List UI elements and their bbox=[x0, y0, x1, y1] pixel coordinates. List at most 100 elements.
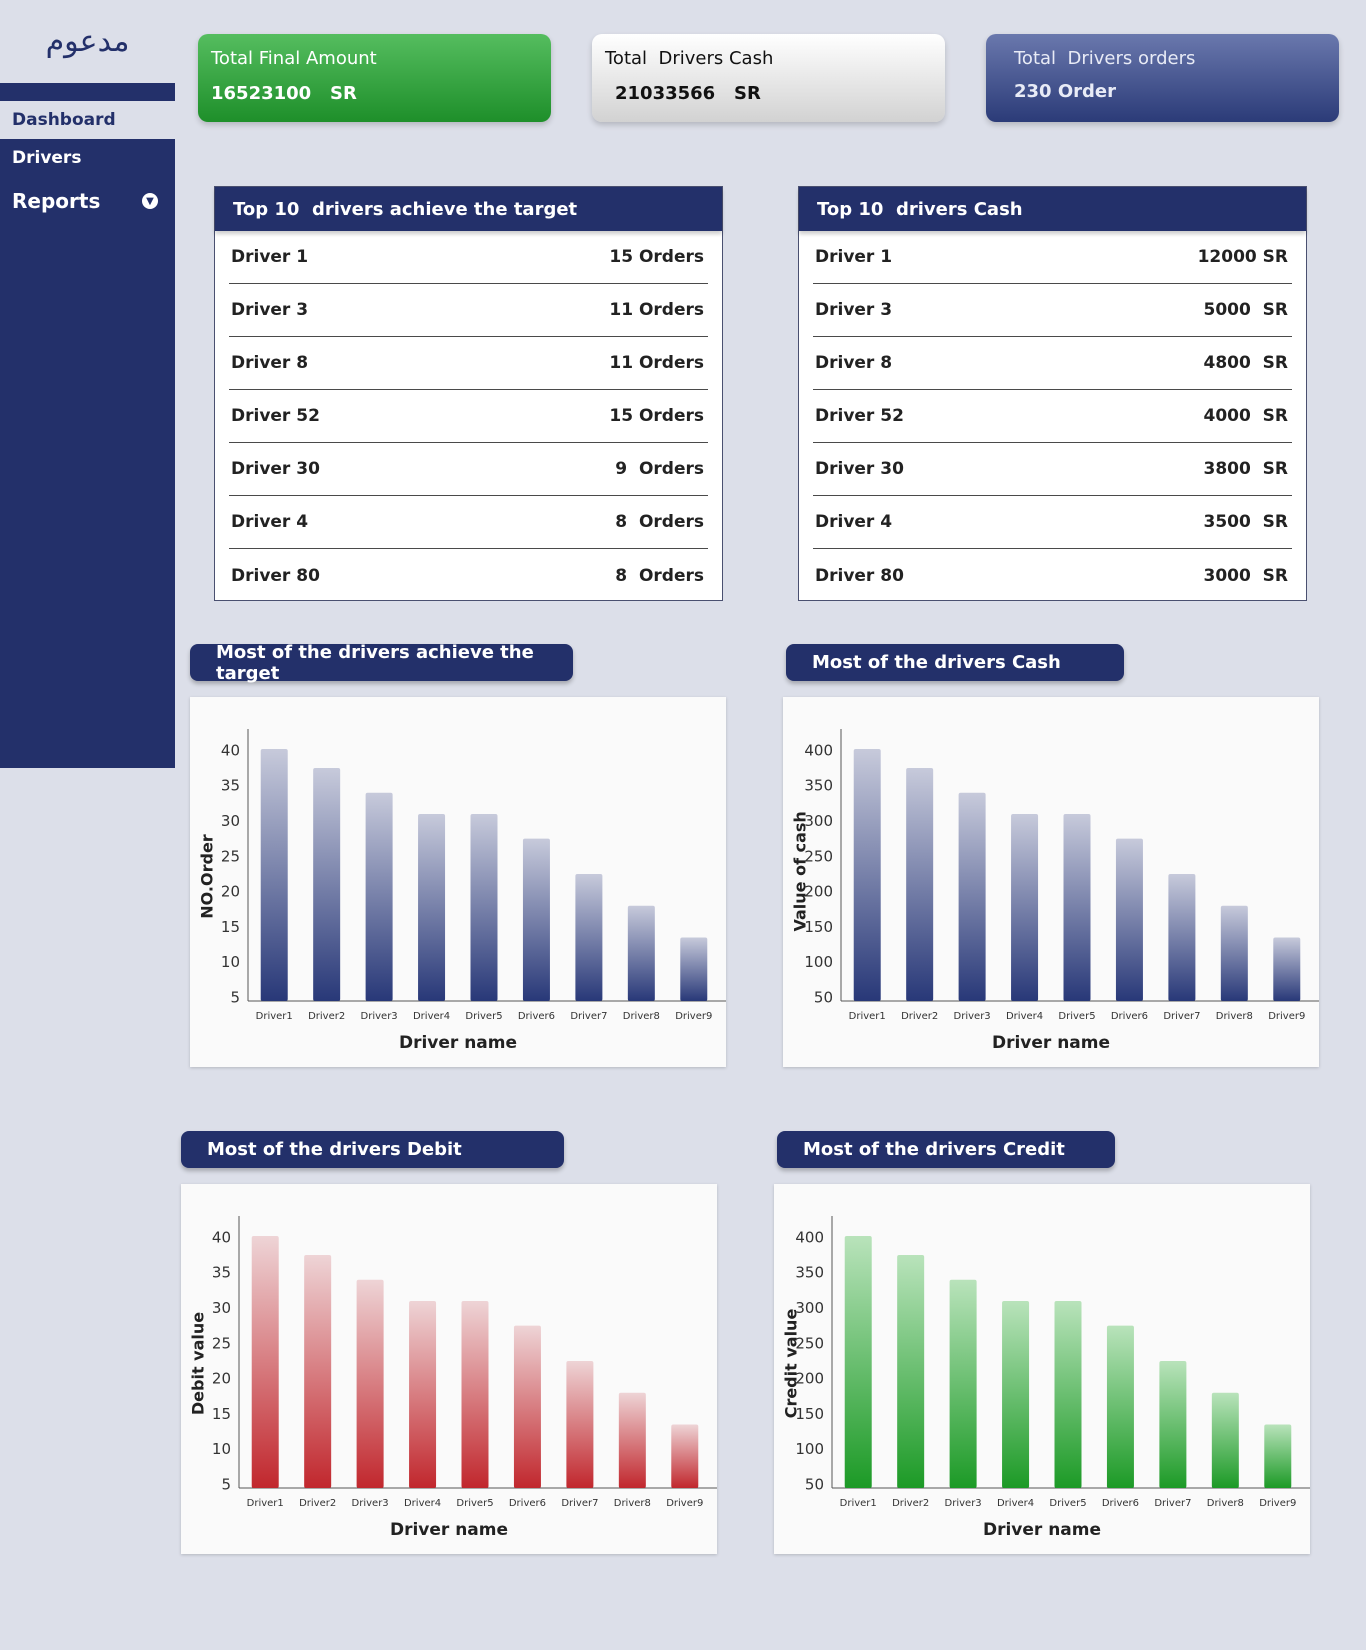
y-tick-label: 10 bbox=[221, 953, 240, 971]
table-rows: Driver 1 12000 SR Driver 3 5000 SR Driver 8 4… bbox=[799, 231, 1306, 602]
sidebar-item-drivers[interactable]: Drivers bbox=[0, 139, 175, 177]
x-tick-label: Driver2 bbox=[299, 1498, 336, 1509]
y-tick-label: 35 bbox=[212, 1264, 231, 1282]
bar bbox=[906, 768, 934, 1001]
y-tick-label: 50 bbox=[814, 988, 833, 1006]
y-tick-label: 40 bbox=[212, 1228, 231, 1246]
x-tick-label: Driver7 bbox=[570, 1011, 607, 1022]
bar bbox=[1168, 873, 1196, 1001]
x-tick-label: Driver1 bbox=[849, 1011, 886, 1022]
x-tick-label: Driver9 bbox=[666, 1498, 703, 1509]
driver-name: Driver 1 bbox=[231, 247, 309, 267]
bar bbox=[853, 749, 881, 1001]
table-row: Driver 3 11 Orders bbox=[229, 284, 708, 337]
sidebar-item-reports[interactable]: Reports ▼ bbox=[0, 177, 175, 225]
y-tick-label: 20 bbox=[212, 1370, 231, 1388]
chart-svg: 5 10 15 20 25 30 35 40 Driver1 Driver2 Driver3 Driv… bbox=[221, 729, 726, 1022]
chevron-down-icon[interactable]: ▼ bbox=[142, 193, 158, 209]
y-tick-label: 350 bbox=[795, 1264, 824, 1282]
bar bbox=[575, 873, 603, 1001]
x-axis-label: Driver name bbox=[982, 1520, 1102, 1540]
x-tick-label: Driver9 bbox=[1268, 1011, 1305, 1022]
driver-value: 4800 SR bbox=[1203, 353, 1289, 373]
bar bbox=[1115, 838, 1143, 1001]
table-row: Driver 30 9 Orders bbox=[229, 443, 708, 496]
x-tick-label: Driver2 bbox=[308, 1011, 345, 1022]
table-row: Driver 52 15 Orders bbox=[229, 390, 708, 443]
driver-name: Driver 30 bbox=[231, 459, 320, 479]
y-tick-label: 30 bbox=[212, 1299, 231, 1317]
x-tick-label: Driver6 bbox=[509, 1498, 546, 1509]
table-rows: Driver 1 15 Orders Driver 3 11 Orders Driver… bbox=[215, 231, 722, 602]
driver-name: Driver 8 bbox=[231, 353, 309, 373]
bar bbox=[1273, 937, 1301, 1001]
driver-value: 11 Orders bbox=[609, 353, 704, 373]
card-value: 21033566 SR bbox=[615, 83, 761, 104]
y-tick-label: 100 bbox=[795, 1440, 824, 1458]
x-tick-label: Driver9 bbox=[675, 1011, 712, 1022]
bar bbox=[1011, 813, 1039, 1001]
chart-svg: 50100150200250300350400Driver1 Driver2 Dri… bbox=[795, 1216, 1310, 1509]
bar bbox=[365, 792, 393, 1001]
sidebar-item-dashboard[interactable]: Dashboard bbox=[0, 101, 175, 139]
x-tick-label: Driver7 bbox=[1154, 1498, 1191, 1509]
table-title: Top 10 drivers Cash bbox=[799, 187, 1306, 231]
chart-svg: 5 10 15 20 25 30 35 40 Driver1 Driver2 Driver3 Driv… bbox=[212, 1216, 717, 1509]
bar bbox=[1063, 813, 1091, 1001]
chart-title-target: Most of the drivers achieve the target bbox=[190, 642, 573, 684]
chart-target: 5 10 15 20 25 30 35 40 Driver1 Driver2 Driver3 Driv… bbox=[190, 697, 726, 1067]
x-tick-label: Driver4 bbox=[997, 1498, 1034, 1509]
y-tick-label: 30 bbox=[221, 812, 240, 830]
y-tick-label: 5 bbox=[221, 1475, 231, 1493]
bar bbox=[418, 813, 446, 1001]
x-tick-label: Driver3 bbox=[352, 1498, 389, 1509]
x-tick-label: Driver3 bbox=[361, 1011, 398, 1022]
driver-value: 8 Orders bbox=[615, 512, 704, 532]
x-tick-label: Driver5 bbox=[456, 1498, 493, 1509]
y-tick-label: 15 bbox=[212, 1405, 231, 1423]
table-row: Driver 1 12000 SR bbox=[813, 231, 1292, 284]
x-axis-label: Driver name bbox=[398, 1033, 518, 1053]
total-drivers-orders-card: Total Drivers orders 230 Order bbox=[986, 34, 1339, 122]
driver-value: 4000 SR bbox=[1203, 406, 1289, 426]
sidebar: مدعوم Dashboard Drivers Reports ▼ bbox=[0, 0, 175, 768]
x-axis-label: Driver name bbox=[389, 1520, 509, 1540]
driver-name: Driver 80 bbox=[815, 565, 904, 586]
y-tick-label: 25 bbox=[212, 1334, 231, 1352]
driver-value: 9 Orders bbox=[615, 459, 704, 479]
y-tick-label: 400 bbox=[804, 741, 833, 759]
bar bbox=[680, 937, 708, 1001]
y-axis-label: NO.Order bbox=[197, 834, 217, 919]
x-tick-label: Driver9 bbox=[1259, 1498, 1296, 1509]
bar bbox=[1264, 1424, 1292, 1488]
sidebar-item-label: Drivers bbox=[12, 148, 82, 168]
bar bbox=[461, 1300, 489, 1488]
bar bbox=[1159, 1360, 1187, 1488]
logo[interactable]: مدعوم bbox=[0, 0, 175, 83]
bar bbox=[251, 1236, 279, 1488]
bar bbox=[671, 1424, 699, 1488]
chart-svg: 50100150200250300350400Driver1 Driver2 Dri… bbox=[804, 729, 1319, 1022]
chart-debit: 5 10 15 20 25 30 35 40 Driver1 Driver2 Driver3 Driv… bbox=[181, 1184, 717, 1554]
sidebar-item-label: Reports bbox=[12, 189, 101, 213]
chart-title-debit: Most of the drivers Debit bbox=[181, 1131, 564, 1168]
bar bbox=[897, 1255, 925, 1488]
x-tick-label: Driver6 bbox=[1111, 1011, 1148, 1022]
sidebar-item-label: Dashboard bbox=[12, 110, 116, 130]
y-tick-label: 15 bbox=[221, 918, 240, 936]
x-tick-label: Driver5 bbox=[1049, 1498, 1086, 1509]
driver-name: Driver 3 bbox=[815, 300, 893, 320]
card-label: Total Drivers Cash bbox=[605, 48, 774, 69]
x-tick-label: Driver8 bbox=[623, 1011, 660, 1022]
driver-value: 12000 SR bbox=[1197, 247, 1288, 267]
card-value: 230 Order bbox=[1014, 81, 1116, 102]
x-axis-label: Driver name bbox=[991, 1033, 1111, 1053]
table-row: Driver 80 3000 SR bbox=[813, 549, 1292, 602]
table-row: Driver 4 8 Orders bbox=[229, 496, 708, 549]
table-row: Driver 80 8 Orders bbox=[229, 549, 708, 602]
x-tick-label: Driver1 bbox=[247, 1498, 284, 1509]
x-tick-label: Driver6 bbox=[518, 1011, 555, 1022]
card-label: Total Final Amount bbox=[211, 48, 377, 69]
bar bbox=[313, 768, 341, 1001]
bar bbox=[1106, 1325, 1134, 1488]
